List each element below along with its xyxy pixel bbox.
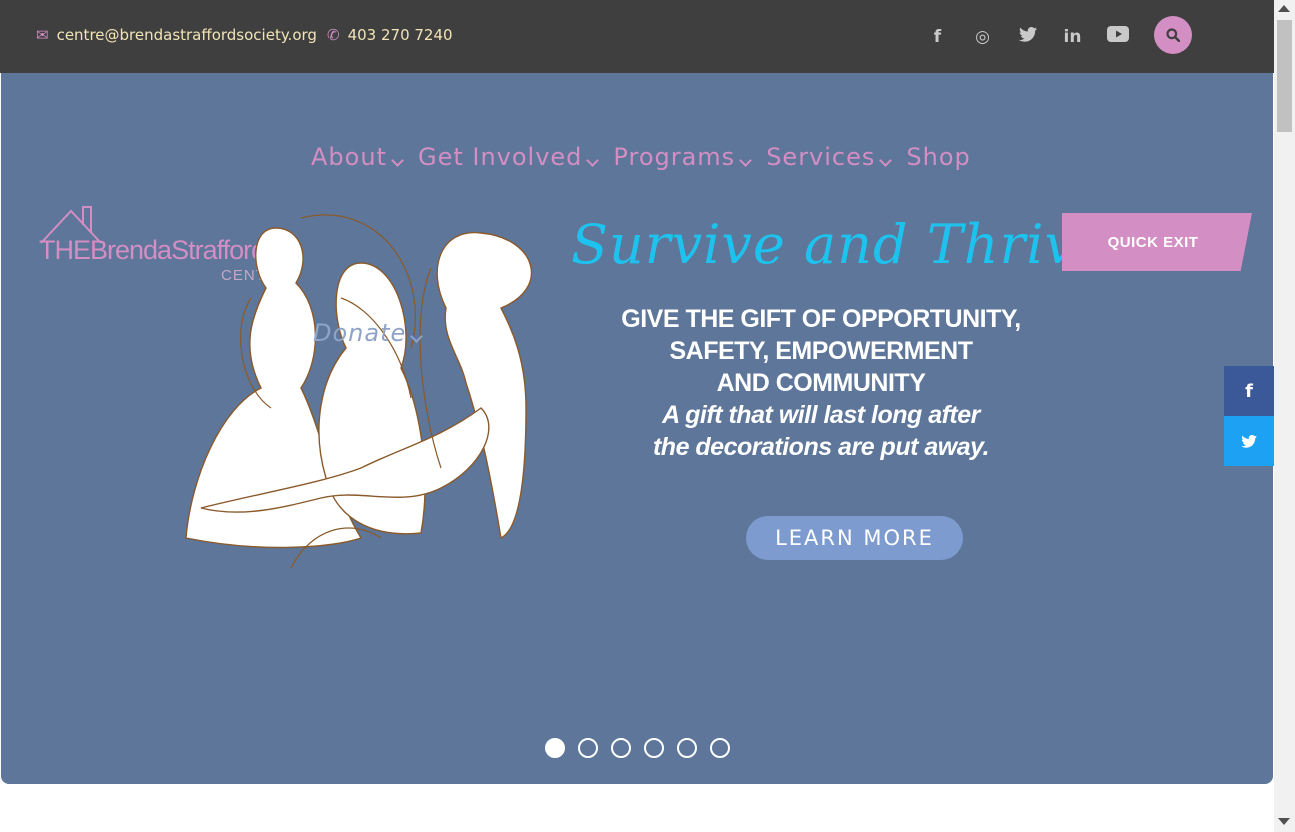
search-button[interactable]: [1154, 16, 1192, 54]
nav-about-label: About: [311, 143, 387, 171]
learn-more-button[interactable]: LEARN MORE: [746, 516, 963, 560]
slider-dot[interactable]: [644, 738, 664, 758]
nav-shop[interactable]: Shop: [906, 143, 970, 171]
women-illustration: [185, 214, 532, 569]
headline-line-3: AND COMMUNITY: [716, 369, 926, 397]
search-icon: [1166, 28, 1180, 42]
nav-services[interactable]: Services: [766, 143, 893, 171]
email-link[interactable]: centre@brendastraffordsociety.org: [57, 26, 317, 44]
instagram-icon[interactable]: ◎: [960, 27, 1005, 47]
scroll-up-arrow[interactable]: [1278, 5, 1290, 12]
page-scrollbar[interactable]: [1274, 0, 1295, 832]
nav-get-involved-label: Get Involved: [417, 143, 583, 171]
nav-get-involved[interactable]: Get Involved: [417, 143, 600, 171]
email-contact[interactable]: ✉ centre@brendastraffordsociety.org: [36, 26, 317, 44]
tagline-line-2: the decorations are put away.: [652, 433, 990, 461]
chevron-down-icon: [391, 154, 404, 167]
facebook-icon: f: [1245, 380, 1253, 402]
nav-donate[interactable]: Donate: [313, 319, 424, 347]
headline-line-2: SAFETY, EMPOWERMENT: [669, 337, 973, 365]
share-facebook-button[interactable]: f: [1224, 366, 1274, 416]
main-nav: About Get Involved Programs Services Sho…: [311, 143, 971, 171]
hero-headline: GIVE THE GIFT OF OPPORTUNITY, SAFETY, EM…: [561, 303, 1081, 399]
chevron-down-icon: [739, 154, 753, 167]
scroll-thumb[interactable]: [1277, 20, 1292, 132]
twitter-icon[interactable]: [1005, 26, 1050, 47]
top-bar: ✉ centre@brendastraffordsociety.org ✆ 40…: [0, 0, 1274, 73]
slider-dot[interactable]: [578, 738, 598, 758]
nav-programs[interactable]: Programs: [613, 143, 753, 171]
phone-link[interactable]: 403 270 7240: [348, 26, 453, 44]
chevron-down-icon: [586, 154, 600, 167]
phone-icon: ✆: [327, 26, 340, 44]
nav-services-label: Services: [766, 143, 876, 171]
envelope-icon: ✉: [36, 26, 49, 44]
hero-script-title: Survive and Thrive: [571, 213, 1110, 276]
youtube-icon[interactable]: [1095, 26, 1140, 47]
facebook-icon[interactable]: f: [915, 27, 960, 47]
scroll-down-arrow[interactable]: [1278, 818, 1290, 825]
slider-dot[interactable]: [710, 738, 730, 758]
slider-dots: [545, 738, 730, 758]
twitter-icon: [1241, 434, 1257, 448]
slider-dot[interactable]: [677, 738, 697, 758]
slider-dot[interactable]: [611, 738, 631, 758]
share-twitter-button[interactable]: [1224, 416, 1274, 466]
nav-programs-label: Programs: [613, 143, 736, 171]
chevron-down-icon: [410, 330, 424, 343]
hero-tagline: A gift that will last long after the dec…: [561, 399, 1081, 463]
linkedin-icon[interactable]: in: [1050, 27, 1095, 47]
quick-exit-button[interactable]: QUICK EXIT: [1062, 213, 1252, 271]
slider-dot[interactable]: [545, 738, 565, 758]
phone-contact[interactable]: ✆ 403 270 7240: [327, 26, 453, 44]
nav-about[interactable]: About: [311, 143, 404, 171]
nav-shop-label: Shop: [906, 143, 971, 171]
hero-slider: About Get Involved Programs Services Sho…: [1, 73, 1273, 784]
headline-line-1: GIVE THE GIFT OF OPPORTUNITY,: [621, 305, 1021, 333]
tagline-line-1: A gift that will last long after: [662, 401, 980, 429]
nav-donate-label: Donate: [313, 319, 407, 347]
social-links: f ◎ in: [915, 26, 1140, 47]
chevron-down-icon: [879, 154, 893, 167]
